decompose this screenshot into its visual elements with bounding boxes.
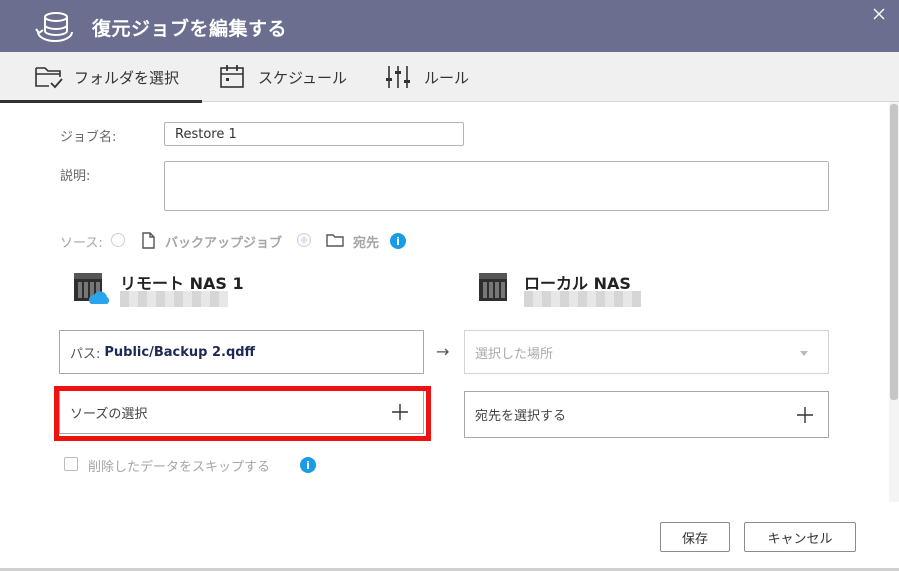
tab-rule[interactable]: ルール xyxy=(384,52,504,102)
skip-deleted-label: 削除したデータをスキップする xyxy=(88,460,271,475)
highlight-frame xyxy=(54,386,431,441)
source-nas-address-redacted xyxy=(120,291,228,307)
info-icon[interactable]: i xyxy=(390,233,406,249)
description-label: 説明: xyxy=(60,169,91,184)
description-input[interactable] xyxy=(164,161,829,211)
restore-storage-icon xyxy=(35,12,73,42)
source-option-destination: 宛先 xyxy=(353,236,380,251)
dialog-titlebar: 復元ジョブを編集する xyxy=(0,0,899,52)
dialog-title: 復元ジョブを編集する xyxy=(92,18,288,40)
dest-nas-address-redacted xyxy=(524,291,641,307)
calendar-icon xyxy=(220,65,244,88)
path-prefix: パス: xyxy=(70,346,101,362)
info-icon[interactable]: i xyxy=(300,457,316,473)
arrow-right-icon: → xyxy=(436,342,450,361)
source-radio-backup-job[interactable] xyxy=(111,233,125,247)
job-name-input[interactable]: Restore 1 xyxy=(164,122,464,146)
tab-label: フォルダを選択 xyxy=(74,68,180,87)
tab-label: ルール xyxy=(424,68,470,87)
folder-check-icon xyxy=(35,67,63,89)
close-icon[interactable] xyxy=(871,6,887,22)
nas-cloud-icon xyxy=(74,273,110,304)
nas-icon xyxy=(479,273,507,301)
source-radio-destination[interactable] xyxy=(297,233,311,247)
file-icon xyxy=(142,232,155,249)
path-value: Public/Backup 2.qdff xyxy=(104,344,256,360)
plus-icon xyxy=(797,407,813,423)
source-option-backup-job: バックアップジョブ xyxy=(165,236,283,251)
cancel-button[interactable]: キャンセル xyxy=(744,522,856,552)
tab-label: スケジュール xyxy=(258,68,347,87)
skip-deleted-checkbox[interactable] xyxy=(64,457,78,471)
tab-select-folder[interactable]: フォルダを選択 xyxy=(0,52,202,103)
source-path-field[interactable]: パス: Public/Backup 2.qdff xyxy=(59,330,424,374)
scrollbar-thumb[interactable] xyxy=(890,104,898,400)
chevron-down-icon xyxy=(800,351,808,356)
save-button[interactable]: 保存 xyxy=(660,522,730,552)
tab-bar: フォルダを選択 スケジュール ルール xyxy=(0,52,899,103)
dest-location-placeholder: 選択した場所 xyxy=(475,346,554,362)
dest-location-select[interactable]: 選択した場所 xyxy=(464,330,829,374)
source-label: ソース: xyxy=(60,236,103,251)
tab-schedule[interactable]: スケジュール xyxy=(218,52,368,102)
folder-icon xyxy=(326,234,344,247)
select-destination-button[interactable]: 宛先を選択する xyxy=(464,391,829,438)
job-name-label: ジョブ名: xyxy=(60,130,117,145)
select-destination-label: 宛先を選択する xyxy=(475,409,567,424)
sliders-icon xyxy=(386,66,410,88)
